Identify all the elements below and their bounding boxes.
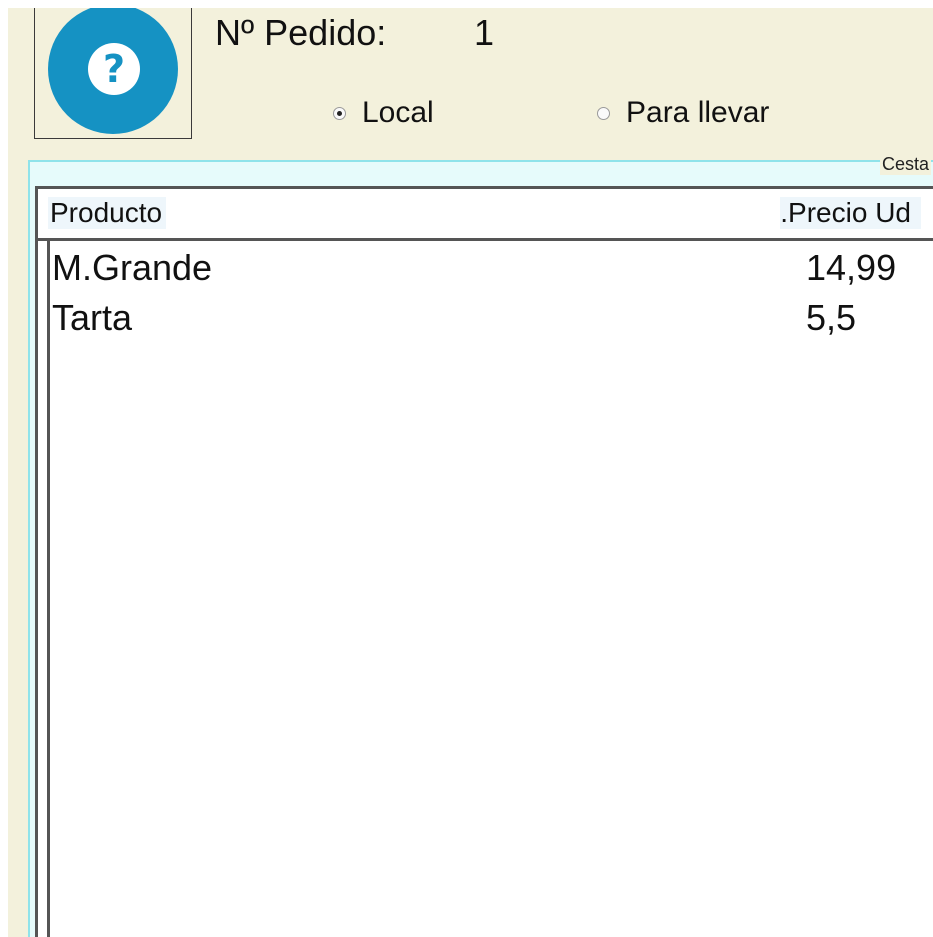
table-row[interactable]: Tarta 5,5 <box>50 297 933 347</box>
radio-local[interactable]: Local <box>333 96 434 130</box>
radio-para-llevar-label: Para llevar <box>626 96 770 129</box>
basket-list-header: Producto .Precio Ud <box>38 189 933 241</box>
order-number-value: 1 <box>474 12 495 53</box>
basket-group-title: Cesta <box>879 154 931 175</box>
help-icon: ? <box>48 8 178 134</box>
basket-rows: M.Grande 14,99 Tarta 5,5 <box>50 247 933 347</box>
column-header-precio[interactable]: .Precio Ud <box>780 197 921 229</box>
basket-group: Cesta Producto .Precio Ud M.Grande 14,99… <box>28 154 933 937</box>
radio-local-indicator[interactable] <box>333 106 346 120</box>
radio-para-llevar[interactable]: Para llevar <box>597 96 769 130</box>
row-price: 14,99 <box>806 247 897 288</box>
help-button[interactable]: ? <box>34 8 192 139</box>
basket-list[interactable]: Producto .Precio Ud M.Grande 14,99 Tarta… <box>35 186 933 937</box>
radio-local-label: Local <box>362 96 434 129</box>
row-product: M.Grande <box>52 247 213 288</box>
help-icon-glyph: ? <box>88 43 140 95</box>
order-number-label: Nº Pedido: <box>215 12 387 53</box>
order-window: ? Nº Pedido: 1 Local Para llevar Cesta P… <box>8 8 933 937</box>
radio-para-llevar-indicator[interactable] <box>597 106 610 120</box>
row-price: 5,5 <box>806 297 857 338</box>
row-product: Tarta <box>52 297 133 338</box>
column-header-producto[interactable]: Producto <box>48 197 167 229</box>
table-row[interactable]: M.Grande 14,99 <box>50 247 933 297</box>
